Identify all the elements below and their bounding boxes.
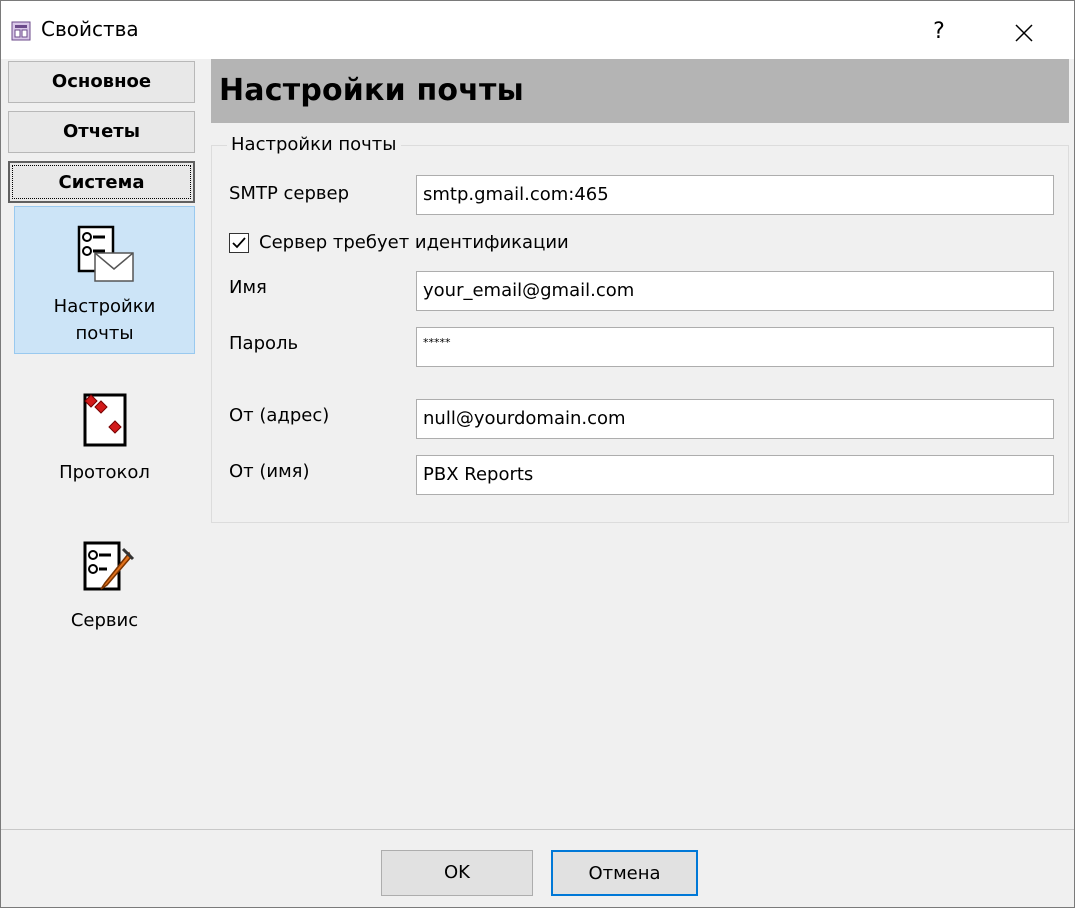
nav-item-service[interactable]: Сервис [14, 539, 195, 639]
mail-settings-icon [77, 225, 134, 282]
nav-item-protocol[interactable]: Протокол [14, 391, 195, 491]
nav-item-mail-settings[interactable]: Настройки почты [14, 206, 195, 354]
from-address-label: От (адрес) [229, 405, 330, 426]
name-input[interactable]: your_email@gmail.com [416, 271, 1054, 311]
group-title: Настройки почты [227, 134, 401, 155]
nav-item-label: Настройки [53, 296, 156, 317]
password-input[interactable]: ***** [416, 327, 1054, 367]
from-name-input[interactable]: PBX Reports [416, 455, 1054, 495]
password-label: Пароль [229, 333, 299, 354]
auth-required-label: Сервер требует идентификации [259, 232, 569, 253]
window-title: Свойства [41, 17, 139, 41]
protocol-icon [83, 393, 126, 447]
checkmark-icon [232, 237, 246, 249]
tab-sistema[interactable]: Система [8, 161, 195, 203]
properties-window: Свойства ? Основное Отчеты Система Настр… [0, 0, 1075, 908]
service-icon [83, 541, 134, 591]
tab-otchety[interactable]: Отчеты [8, 111, 195, 153]
title-bar: Свойства ? [1, 1, 1074, 59]
section-header: Настройки почты [211, 59, 1069, 123]
close-icon [1015, 23, 1033, 42]
nav-item-label: Сервис [70, 610, 139, 631]
from-name-label: От (имя) [229, 461, 310, 482]
nav-item-label: Протокол [59, 462, 150, 483]
cancel-button[interactable]: Отмена [551, 850, 698, 896]
ok-button[interactable]: OK [381, 850, 533, 896]
from-address-input[interactable]: null@yourdomain.com [416, 399, 1054, 439]
page-title: Настройки почты [219, 73, 524, 108]
close-button[interactable] [1001, 9, 1047, 55]
smtp-label: SMTP сервер [229, 183, 350, 204]
divider [1, 829, 1074, 830]
name-label: Имя [229, 277, 267, 298]
tab-osnovnoe[interactable]: Основное [8, 61, 195, 103]
smtp-server-input[interactable]: smtp.gmail.com:465 [416, 175, 1054, 215]
nav-item-label: почты [75, 323, 134, 344]
auth-required-checkbox[interactable] [229, 233, 249, 253]
help-button[interactable]: ? [916, 9, 962, 55]
app-icon [11, 21, 31, 41]
